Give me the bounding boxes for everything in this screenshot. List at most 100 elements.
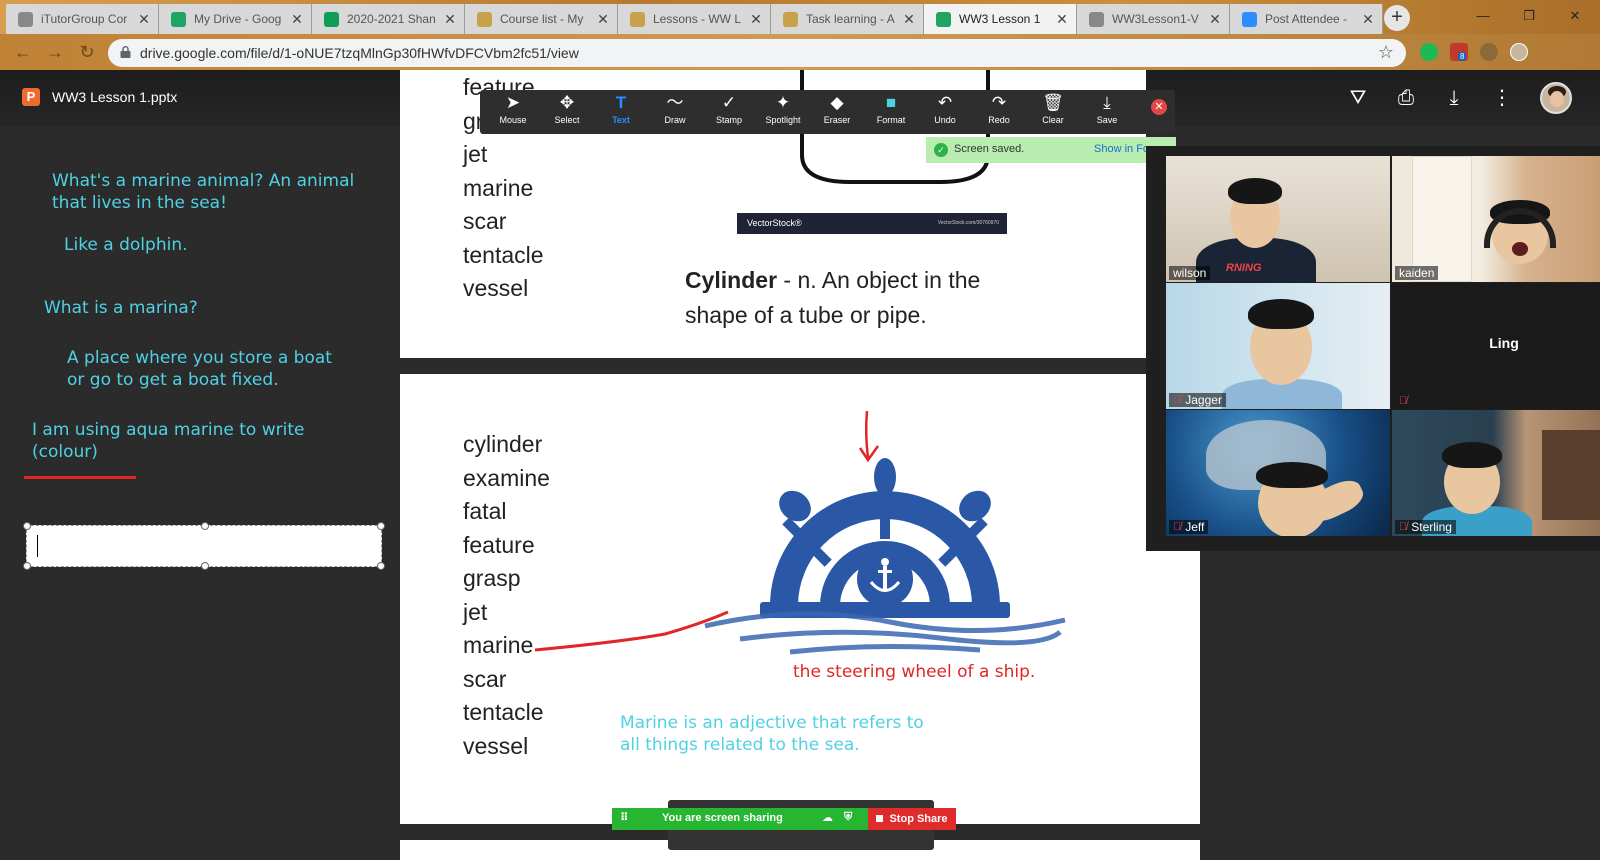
participant-tile[interactable]: Ling 🎙̸ [1392, 283, 1600, 409]
bookmark-star-icon[interactable]: ☆ [1378, 42, 1394, 63]
address-bar[interactable]: drive.google.com/file/d/1-oNUE7tzqMlnGp3… [108, 39, 1406, 67]
annotate-tool-draw[interactable]: 〜 Draw [648, 90, 702, 134]
vocab-word: tentacle [463, 241, 544, 268]
participant-name: wilson [1169, 266, 1211, 280]
file-name: WW3 Lesson 1.pptx [52, 89, 178, 105]
restore-button[interactable]: ❐ [1506, 4, 1552, 30]
participant-tile-active-speaker[interactable]: kaiden [1392, 156, 1600, 282]
close-tab-icon[interactable]: ✕ [901, 11, 917, 28]
browser-tab[interactable]: My Drive - Goog ✕ [159, 4, 312, 34]
check-icon: ✓ [934, 143, 948, 157]
browser-tab[interactable]: WW3 Lesson 1 ✕ [924, 4, 1077, 34]
tab-title: Course list - My [500, 12, 584, 26]
extension-green-icon[interactable] [1420, 43, 1438, 61]
new-tab-button[interactable]: + [1384, 5, 1410, 31]
show-in-folder-link[interactable]: Show in Fo [1094, 143, 1149, 155]
red-drawing-annotations [534, 410, 880, 652]
close-tab-icon[interactable]: ✕ [136, 11, 152, 28]
resize-handle[interactable] [377, 562, 385, 570]
resize-handle[interactable] [201, 522, 209, 530]
extensions-puzzle-icon[interactable] [1480, 43, 1498, 61]
close-tab-icon[interactable]: ✕ [289, 11, 305, 28]
add-to-drive-icon[interactable]: ⛛ [1346, 87, 1370, 111]
close-tab-icon[interactable]: ✕ [1054, 11, 1070, 28]
profile-avatar[interactable] [1510, 43, 1528, 61]
more-options-icon[interactable]: ⋮ [1490, 87, 1514, 111]
tab-title: Lessons - WW L [653, 12, 742, 26]
marine-definition-note: Marine is an adjective that refers to all… [620, 713, 924, 755]
stop-share-button[interactable]: Stop Share [868, 808, 956, 830]
wand-icon: ✦ [775, 93, 791, 112]
tool-label: Clear [1042, 115, 1064, 125]
annotation-text-input[interactable] [23, 522, 385, 570]
browser-tab[interactable]: WW3Lesson1-V ✕ [1077, 4, 1230, 34]
annotate-tool-undo[interactable]: ↶ Undo [918, 90, 972, 134]
minimize-button[interactable]: — [1460, 4, 1506, 30]
participant-name: 🎙̸ Jagger [1169, 393, 1226, 407]
annotate-tool-save[interactable]: ⤓ Save [1080, 90, 1134, 134]
forward-icon[interactable]: → [44, 42, 66, 64]
annotate-tool-text[interactable]: T Text [594, 90, 648, 134]
tool-label: Format [876, 115, 906, 125]
close-tab-icon[interactable]: ✕ [442, 11, 458, 28]
tool-label: Redo [988, 115, 1010, 125]
resize-handle[interactable] [377, 522, 385, 530]
text-icon: T [615, 93, 627, 112]
zoom-icon [1242, 11, 1257, 27]
browser-tab[interactable]: Post Attendee - ✕ [1230, 4, 1383, 34]
annotate-tool-mouse[interactable]: ➤ Mouse [486, 90, 540, 134]
muted-mic-icon: 🎙̸ [1399, 521, 1408, 533]
resize-handle[interactable] [23, 522, 31, 530]
extension-red-icon[interactable]: 8 [1450, 43, 1468, 61]
screen-sharing-bar: ⠿ You are screen sharing ☁ ⛨ Stop Share [612, 808, 956, 830]
tool-label: Spotlight [765, 115, 801, 125]
browser-tab[interactable]: 2020-2021 Shan ✕ [312, 4, 465, 34]
tool-label: Eraser [823, 115, 851, 125]
annotate-tool-select[interactable]: ✥ Select [540, 90, 594, 134]
print-icon[interactable]: ⎙ [1394, 87, 1418, 111]
reload-icon[interactable]: ↻ [76, 42, 98, 64]
tool-label: Text [612, 115, 630, 125]
lock-icon [120, 46, 131, 58]
definition-text-line2: shape of a tube or pipe. [685, 302, 927, 328]
browser-tab[interactable]: Course list - My ✕ [465, 4, 618, 34]
account-avatar[interactable] [1540, 82, 1572, 114]
close-tab-icon[interactable]: ✕ [1360, 11, 1376, 28]
participant-name: 🎙̸ Jeff [1169, 520, 1209, 534]
definition-term: Cylinder [685, 267, 778, 293]
tool-label: Mouse [499, 115, 527, 125]
eraser-icon: ◆ [830, 93, 844, 112]
vocab-word: marine [463, 174, 534, 201]
participant-tile[interactable]: RNING wilson [1166, 156, 1390, 282]
drag-handle-icon[interactable]: ⠿ [620, 811, 629, 824]
close-window-button[interactable]: ✕ [1552, 4, 1598, 30]
definition-text: - n. An object in the [777, 267, 981, 293]
download-icon[interactable]: ⤓ [1442, 87, 1466, 111]
participant-tile[interactable]: 🎙̸ Sterling [1392, 410, 1600, 536]
screen-sharing-status[interactable]: ⠿ You are screen sharing ☁ ⛨ [612, 808, 869, 830]
muted-mic-icon: 🎙̸ [1399, 395, 1408, 407]
annotate-tool-format[interactable]: ■ Format [864, 90, 918, 134]
browser-tab[interactable]: Task learning - A ✕ [771, 4, 924, 34]
close-tab-icon[interactable]: ✕ [595, 11, 611, 28]
annotate-tool-clear[interactable]: 🗑 Clear [1026, 90, 1080, 134]
close-tab-icon[interactable]: ✕ [1207, 11, 1223, 28]
browser-tab[interactable]: iTutorGroup Cor ✕ [6, 4, 159, 34]
participant-tile[interactable]: 🎙̸ Jagger [1166, 283, 1390, 409]
name-label: Jagger [1185, 393, 1222, 407]
globe-icon [18, 11, 33, 27]
resize-handle[interactable] [23, 562, 31, 570]
vocab-word: jet [463, 141, 488, 167]
note-marina-question: What is a marina? [44, 298, 198, 318]
annotate-tool-eraser[interactable]: ◆ Eraser [810, 90, 864, 134]
participant-tile[interactable]: 🎙̸ Jeff [1166, 410, 1390, 536]
resize-handle[interactable] [201, 562, 209, 570]
annotate-tool-spotlight[interactable]: ✦ Spotlight [756, 90, 810, 134]
browser-tab[interactable]: Lessons - WW L ✕ [618, 4, 771, 34]
annotate-tool-stamp[interactable]: ✓ Stamp [702, 90, 756, 134]
close-toolbar-button[interactable]: ✕ [1151, 99, 1167, 115]
back-icon[interactable]: ← [12, 42, 34, 64]
slide-2: cylinder examine fatal feature grasp jet… [400, 374, 1200, 824]
close-tab-icon[interactable]: ✕ [748, 11, 764, 28]
annotate-tool-redo[interactable]: ↷ Redo [972, 90, 1026, 134]
